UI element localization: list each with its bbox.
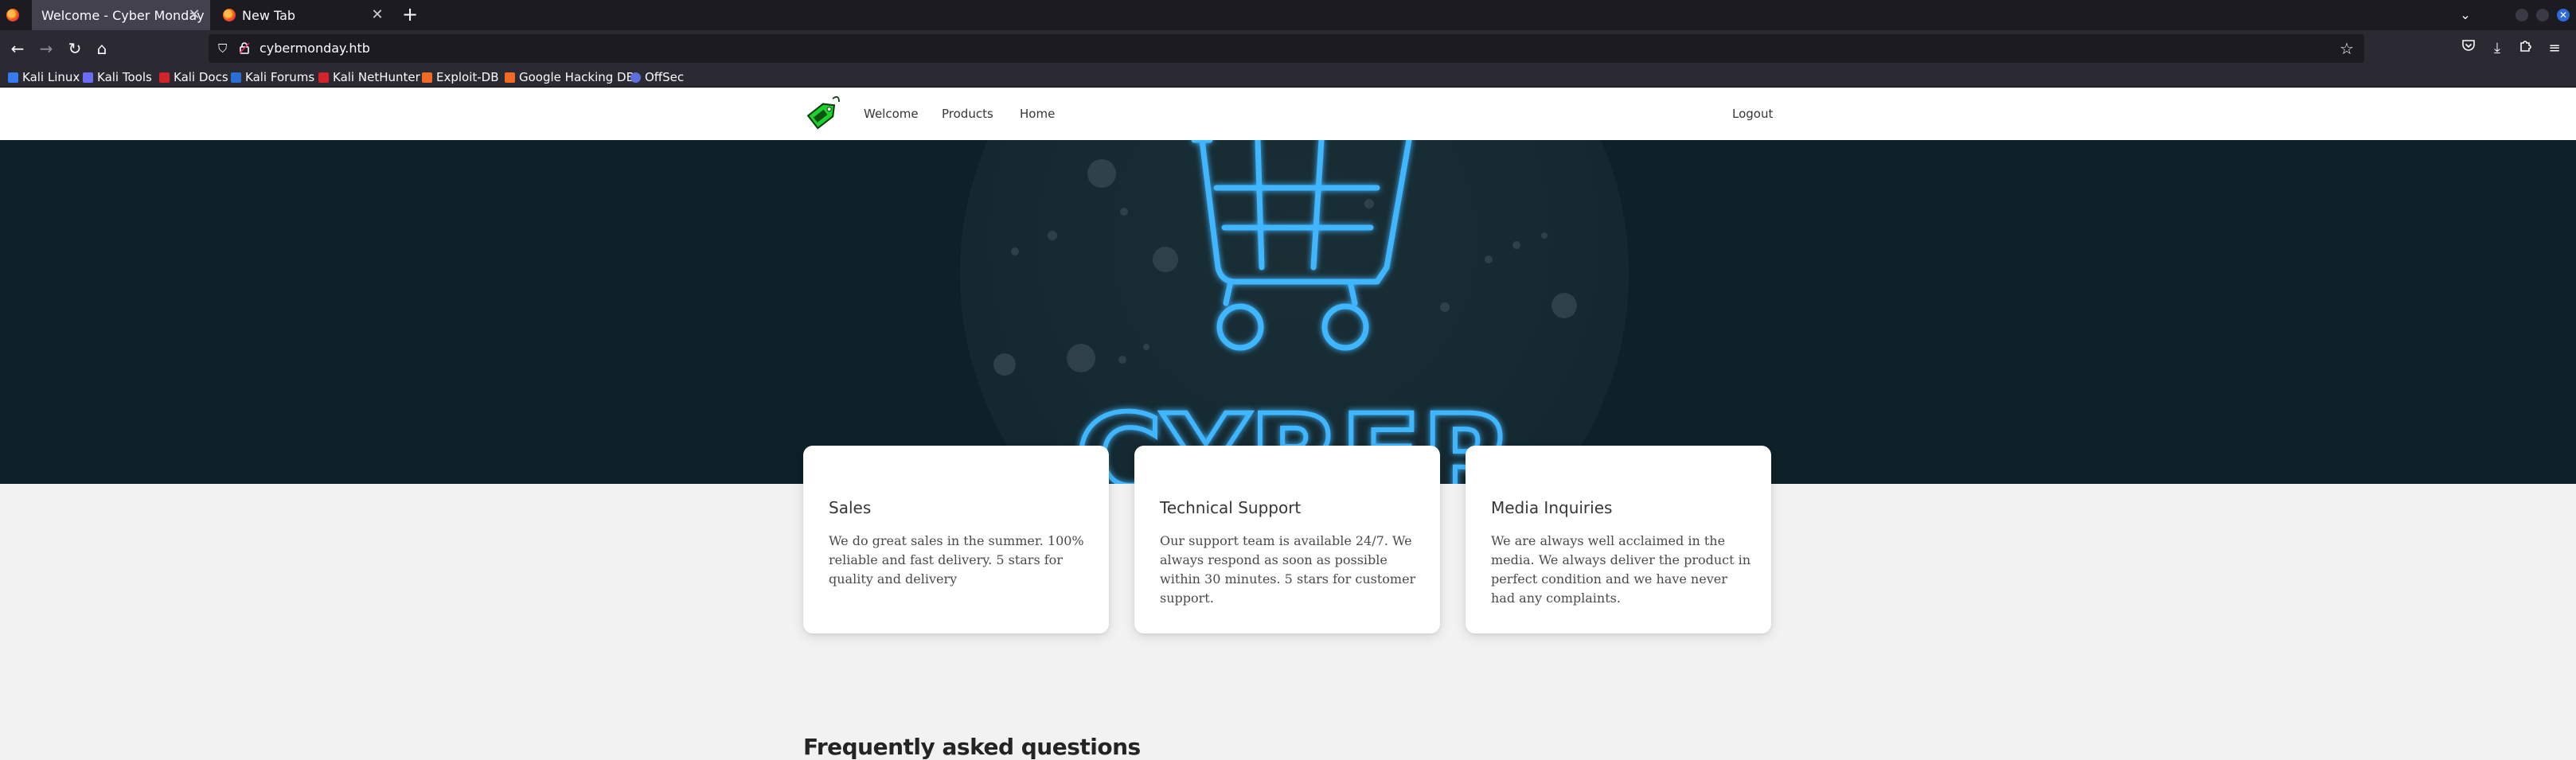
bookmark-offsec[interactable]: OffSec bbox=[630, 70, 684, 84]
lock-icon[interactable] bbox=[239, 41, 252, 56]
bookmark-kali-tools[interactable]: Kali Tools bbox=[83, 70, 152, 84]
reload-icon[interactable]: ↻ bbox=[64, 37, 86, 60]
kali-linux-icon bbox=[8, 72, 18, 83]
maximize-window-button[interactable] bbox=[2536, 9, 2549, 21]
bookmark-label: Google Hacking DB bbox=[519, 70, 634, 84]
card-sales: Sales We do great sales in the summer. 1… bbox=[803, 446, 1109, 633]
nav-link-products[interactable]: Products bbox=[942, 107, 993, 121]
card-technical-support: Technical Support Our support team is av… bbox=[1134, 446, 1440, 633]
kali-tools-icon bbox=[83, 72, 93, 83]
card-media-inquiries: Media Inquiries We are always well accla… bbox=[1466, 446, 1771, 633]
firefox-view-icon[interactable] bbox=[6, 9, 19, 21]
bookmark-kali-linux[interactable]: Kali Linux bbox=[8, 70, 80, 84]
price-tag-logo-icon[interactable] bbox=[802, 92, 842, 135]
kali-nethunter-icon bbox=[318, 72, 329, 83]
close-tab-icon[interactable]: ✕ bbox=[369, 7, 385, 23]
new-tab-button[interactable]: + bbox=[398, 3, 422, 27]
nav-link-welcome[interactable]: Welcome bbox=[864, 107, 919, 121]
shield-icon[interactable]: ⛉ bbox=[218, 41, 231, 56]
card-body: We do great sales in the summer. 100% re… bbox=[829, 533, 1084, 587]
tab-title: New Tab bbox=[242, 7, 296, 23]
browser-toolbar: ← → ↻ ⌂ ⛉ cybermonday.htb ☆ ⤓ ≡ bbox=[0, 30, 2576, 67]
bookmark-exploit-db[interactable]: Exploit-DB bbox=[422, 70, 499, 84]
card-title: Sales bbox=[829, 498, 872, 517]
hero-banner: CYBER bbox=[0, 140, 2576, 484]
bookmark-label: Kali Forums bbox=[245, 70, 315, 84]
bookmark-kali-nethunter[interactable]: Kali NetHunter bbox=[318, 70, 420, 84]
close-tab-icon[interactable]: ✕ bbox=[186, 7, 202, 23]
nav-link-home[interactable]: Home bbox=[1020, 107, 1055, 121]
faq-heading: Frequently asked questions bbox=[803, 734, 1141, 760]
google-hacking-db-icon bbox=[505, 72, 515, 83]
bookmark-label: Kali Tools bbox=[97, 70, 152, 84]
kali-docs-icon bbox=[159, 72, 170, 83]
neon-cart-illustration: CYBER bbox=[960, 140, 1629, 484]
bookmark-kali-docs[interactable]: Kali Docs bbox=[159, 70, 228, 84]
card-title: Media Inquiries bbox=[1491, 498, 1613, 517]
bookmark-label: Kali NetHunter bbox=[333, 70, 420, 84]
bookmark-label: OffSec bbox=[645, 70, 685, 84]
minimize-window-button[interactable] bbox=[2516, 9, 2528, 21]
browser-tab-bar: Welcome - Cyber Monday ✕ New Tab ✕ + ⌄ ✕ bbox=[0, 0, 2576, 30]
exploit-db-icon bbox=[422, 72, 432, 83]
bookmark-label: Kali Docs bbox=[174, 70, 228, 84]
firefox-favicon-icon bbox=[223, 9, 236, 21]
address-bar[interactable]: ⛉ cybermonday.htb ☆ bbox=[209, 34, 2364, 63]
forward-arrow-icon[interactable]: → bbox=[35, 37, 57, 60]
tab-title: Welcome - Cyber Monday bbox=[41, 7, 205, 23]
extensions-icon[interactable] bbox=[2516, 38, 2536, 59]
tab-welcome[interactable]: Welcome - Cyber Monday ✕ bbox=[32, 0, 210, 30]
bookmark-star-icon[interactable]: ☆ bbox=[2337, 39, 2356, 58]
bookmark-label: Kali Linux bbox=[22, 70, 80, 84]
downloads-icon[interactable]: ⤓ bbox=[2487, 38, 2508, 59]
card-title: Technical Support bbox=[1160, 498, 1302, 517]
close-window-button[interactable]: ✕ bbox=[2557, 9, 2570, 21]
chevron-down-icon[interactable]: ⌄ bbox=[2455, 5, 2476, 25]
bookmark-kali-forums[interactable]: Kali Forums bbox=[231, 70, 314, 84]
home-icon[interactable]: ⌂ bbox=[91, 37, 113, 60]
site-navbar: Welcome Products Home Logout bbox=[0, 88, 2576, 140]
hamburger-menu-icon[interactable]: ≡ bbox=[2544, 38, 2565, 59]
nav-link-logout[interactable]: Logout bbox=[1732, 107, 1773, 121]
bookmarks-toolbar: Kali Linux Kali Tools Kali Docs Kali For… bbox=[0, 67, 2576, 88]
kali-forums-icon bbox=[231, 72, 241, 83]
card-body: Our support team is available 24/7. We a… bbox=[1160, 533, 1416, 606]
card-body: We are always well acclaimed in the medi… bbox=[1491, 533, 1751, 606]
tab-new-tab[interactable]: New Tab ✕ bbox=[215, 0, 393, 30]
url-text[interactable]: cybermonday.htb bbox=[260, 41, 370, 57]
bookmark-label: Exploit-DB bbox=[436, 70, 499, 84]
bookmark-google-hacking-db[interactable]: Google Hacking DB bbox=[505, 70, 634, 84]
offsec-icon bbox=[630, 72, 641, 83]
pocket-icon[interactable] bbox=[2458, 38, 2479, 59]
back-arrow-icon[interactable]: ← bbox=[6, 37, 29, 60]
